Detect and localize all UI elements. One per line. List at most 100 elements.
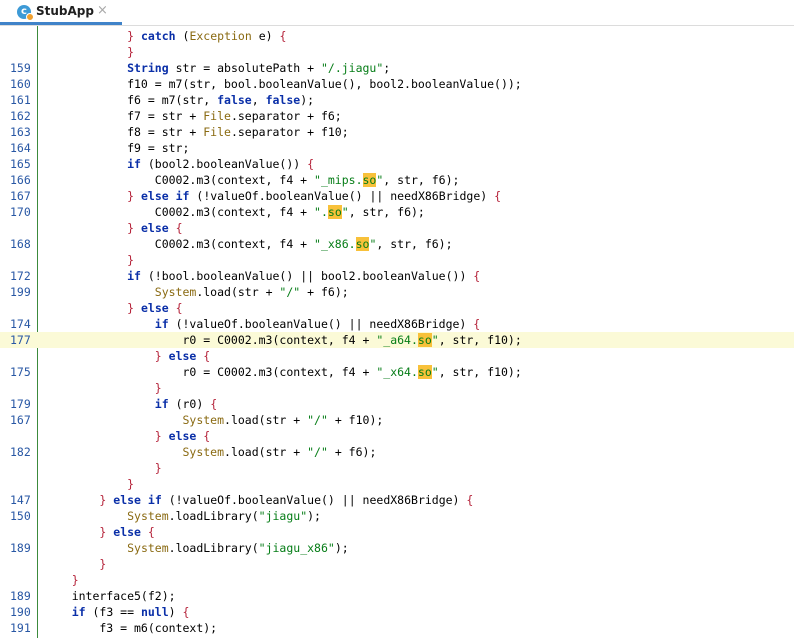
code-text: String str = absolutePath + "/.jiagu"; <box>127 61 391 75</box>
code-text: System.load(str + "/" + f6); <box>182 445 377 459</box>
code-line[interactable]: 182 System.load(str + "/" + f6); <box>0 444 794 460</box>
line-number: 168 <box>10 237 31 251</box>
code-line[interactable]: 164 f9 = str; <box>0 140 794 156</box>
code-line[interactable]: } else { <box>0 348 794 364</box>
code-line[interactable]: 161 f6 = m7(str, false, false); <box>0 92 794 108</box>
line-number: 162 <box>10 109 31 123</box>
code-line[interactable]: 167 System.load(str + "/" + f10); <box>0 412 794 428</box>
code-text: if (!bool.booleanValue() || bool2.boolea… <box>127 269 481 283</box>
code-line[interactable]: } catch (Exception e) { <box>0 28 794 44</box>
code-line[interactable]: } <box>0 44 794 60</box>
code-line[interactable]: 162 f7 = str + File.separator + f6; <box>0 108 794 124</box>
code-line[interactable]: 166 C0002.m3(context, f4 + "_mips.so", s… <box>0 172 794 188</box>
code-text: } catch (Exception e) { <box>127 29 287 43</box>
code-line[interactable]: } <box>0 252 794 268</box>
code-text: } <box>154 461 162 475</box>
code-text: } else if (!valueOf.booleanValue() || ne… <box>127 189 502 203</box>
code-line[interactable]: 172 if (!bool.booleanValue() || bool2.bo… <box>0 268 794 284</box>
code-line[interactable]: 150 System.loadLibrary("jiagu"); <box>0 508 794 524</box>
code-text: f7 = str + File.separator + f6; <box>44 109 342 123</box>
code-text: } <box>71 573 79 587</box>
code-line[interactable]: 165 if (bool2.booleanValue()) { <box>0 156 794 172</box>
code-line[interactable]: 179 if (r0) { <box>0 396 794 412</box>
code-text: } <box>99 557 107 571</box>
line-number: 175 <box>10 365 31 379</box>
code-text: System.loadLibrary("jiagu_x86"); <box>127 541 349 555</box>
code-editor[interactable]: } catch (Exception e) { } 159 String str … <box>0 26 794 638</box>
code-line[interactable]: } else { <box>0 220 794 236</box>
line-number: 161 <box>10 93 31 107</box>
line-number: 191 <box>10 621 31 635</box>
code-text: interface5(f2); <box>44 589 176 603</box>
code-text: } <box>127 253 135 267</box>
line-number: 163 <box>10 125 31 139</box>
code-text: f8 = str + File.separator + f10; <box>44 125 349 139</box>
tab-label: StubApp <box>36 4 94 18</box>
line-number: 177 <box>10 333 31 347</box>
code-line[interactable]: 189 System.loadLibrary("jiagu_x86"); <box>0 540 794 556</box>
code-line[interactable]: 168 C0002.m3(context, f4 + "_x86.so", st… <box>0 236 794 252</box>
code-line[interactable]: } <box>0 476 794 492</box>
close-icon[interactable]: × <box>97 3 108 18</box>
code-line[interactable]: } else { <box>0 428 794 444</box>
code-line[interactable]: 170 C0002.m3(context, f4 + ".so", str, f… <box>0 204 794 220</box>
code-text: } else { <box>99 525 155 539</box>
code-text: f6 = m7(str, false, false); <box>44 93 315 107</box>
code-text: } <box>127 45 135 59</box>
code-text: if (bool2.booleanValue()) { <box>127 157 315 171</box>
line-number: 179 <box>10 397 31 411</box>
line-number: 159 <box>10 61 31 75</box>
code-text: } else if (!valueOf.booleanValue() || ne… <box>99 493 474 507</box>
code-line[interactable]: 167 } else if (!valueOf.booleanValue() |… <box>0 188 794 204</box>
code-text: } else { <box>154 429 211 443</box>
code-text: f3 = m6(context); <box>44 621 218 635</box>
code-text: } <box>127 477 135 491</box>
code-line[interactable]: 199 System.load(str + "/" + f6); <box>0 284 794 300</box>
code-line[interactable]: 174 if (!valueOf.booleanValue() || needX… <box>0 316 794 332</box>
line-number: 174 <box>10 317 31 331</box>
tab-stubapp[interactable]: c StubApp × <box>0 0 122 25</box>
code-line[interactable]: 191 f3 = m6(context); <box>0 620 794 636</box>
code-text: } else { <box>127 221 183 235</box>
line-number: 189 <box>10 541 31 555</box>
line-number: 150 <box>10 509 31 523</box>
code-line-highlighted[interactable]: 177 r0 = C0002.m3(context, f4 + "_a64.so… <box>0 332 794 348</box>
code-text: if (f3 == null) { <box>71 605 190 619</box>
line-number: 199 <box>10 285 31 299</box>
code-text: f9 = str; <box>44 141 190 155</box>
code-line[interactable]: } <box>0 556 794 572</box>
code-line[interactable]: 189 interface5(f2); <box>0 588 794 604</box>
code-text: System.loadLibrary("jiagu"); <box>127 509 321 523</box>
code-line[interactable]: } else { <box>0 524 794 540</box>
code-text: } else { <box>154 349 211 363</box>
code-text: } else { <box>127 301 183 315</box>
code-text: f10 = m7(str, bool.booleanValue(), bool2… <box>44 77 522 91</box>
code-line[interactable]: 175 r0 = C0002.m3(context, f4 + "_x64.so… <box>0 364 794 380</box>
code-text: if (r0) { <box>154 397 218 411</box>
code-line[interactable]: 190 if (f3 == null) { <box>0 604 794 620</box>
code-text: C0002.m3(context, f4 + ".so", str, f6); <box>44 205 425 219</box>
line-number: 147 <box>10 493 31 507</box>
code-line[interactable]: } <box>0 460 794 476</box>
line-number: 172 <box>10 269 31 283</box>
code-text: C0002.m3(context, f4 + "_x86.so", str, f… <box>44 237 453 251</box>
code-line[interactable]: 159 String str = absolutePath + "/.jiagu… <box>0 60 794 76</box>
code-text: if (!valueOf.booleanValue() || needX86Br… <box>154 317 481 331</box>
code-line[interactable]: 160 f10 = m7(str, bool.booleanValue(), b… <box>0 76 794 92</box>
code-text: } <box>154 381 162 395</box>
line-number: 189 <box>10 589 31 603</box>
line-number: 166 <box>10 173 31 187</box>
code-text: C0002.m3(context, f4 + "_mips.so", str, … <box>44 173 460 187</box>
code-line[interactable]: } else { <box>0 300 794 316</box>
code-line[interactable]: } <box>0 572 794 588</box>
line-number: 190 <box>10 605 31 619</box>
line-number: 170 <box>10 205 31 219</box>
line-number: 182 <box>10 445 31 459</box>
editor-tab-bar: c StubApp × <box>0 0 794 26</box>
line-number: 167 <box>10 189 31 203</box>
code-text: System.load(str + "/" + f6); <box>154 285 349 299</box>
code-line[interactable]: 147 } else if (!valueOf.booleanValue() |… <box>0 492 794 508</box>
code-text: r0 = C0002.m3(context, f4 + "_x64.so", s… <box>44 365 522 379</box>
code-line[interactable]: } <box>0 380 794 396</box>
code-line[interactable]: 163 f8 = str + File.separator + f10; <box>0 124 794 140</box>
